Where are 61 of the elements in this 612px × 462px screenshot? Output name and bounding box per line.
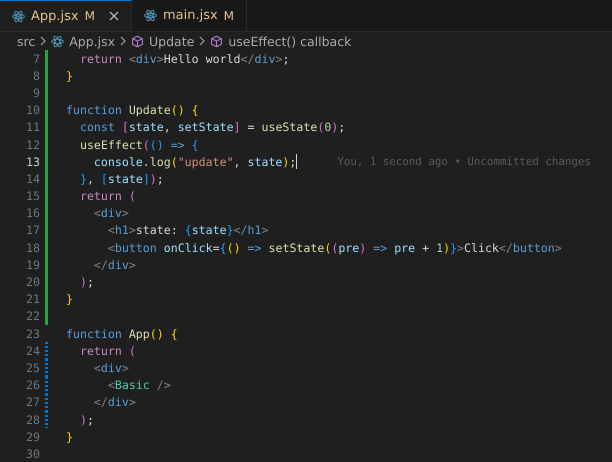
code-line: function Update() { [66, 103, 199, 118]
code-line: const [state, setState] = useState(0); [78, 120, 346, 134]
code-line: }, [state]); [78, 172, 164, 186]
code-line: useEffect(() => { [78, 138, 199, 152]
line-number: 20 [25, 275, 40, 290]
atom-icon [51, 34, 64, 48]
breadcrumb-item[interactable]: App.jsx [69, 34, 116, 48]
code-line: <div> [92, 360, 129, 375]
line-number: 22 [25, 309, 40, 324]
line-number: 11 [25, 120, 40, 134]
code-line: } [66, 430, 73, 444]
chevron-icon [40, 36, 46, 46]
line-number: 27 [25, 395, 40, 410]
code-line: return <div>Hello world</div>; [78, 52, 290, 66]
line-number: 23 [25, 326, 40, 341]
line-number: 21 [25, 292, 40, 306]
line-number: 24 [25, 344, 40, 358]
line-number: 16 [25, 206, 40, 220]
line-number: 19 [25, 258, 40, 272]
line-number: 14 [25, 172, 40, 186]
line-number: 15 [25, 189, 40, 204]
line-number: 17 [25, 223, 40, 238]
line-number: 26 [25, 378, 40, 392]
code-line: console.log("update", state); [92, 154, 296, 169]
code-line: <div> [92, 206, 129, 220]
code-line: <h1>state: {state}</h1> [106, 223, 268, 238]
line-number: 12 [25, 138, 40, 152]
code-line: function App() { [66, 326, 178, 341]
chevron-icon [199, 36, 206, 46]
line-number: 9 [32, 86, 40, 100]
code-line: return ( [78, 344, 136, 358]
line-number: 10 [25, 103, 40, 118]
cube-icon [210, 34, 224, 48]
breadcrumb-item[interactable]: useEffect() callback [228, 34, 352, 48]
line-number: 8 [32, 68, 40, 83]
close-icon[interactable] [108, 11, 119, 21]
chevron-icon [120, 36, 126, 46]
text-cursor [296, 154, 298, 170]
line-number: 13 [25, 154, 40, 169]
code-line: </div> [92, 258, 136, 272]
code-line: </div> [92, 395, 136, 410]
atom-icon [12, 10, 25, 22]
code-line: return ( [78, 189, 136, 204]
line-number: 7 [32, 52, 40, 66]
code-line: } [66, 292, 73, 306]
line-number: 30 [25, 446, 40, 461]
code-line: ); [78, 412, 94, 427]
blame-annotation: You, 1 second ago • Uncommitted changes [337, 155, 591, 168]
cube-icon [131, 34, 144, 48]
code-line: <button onClick={() => setState((pre) => pre + 1)}>Click</button> [106, 240, 562, 255]
editor-tab[interactable]: App.jsx M [0, 0, 132, 31]
code-line: <Basic /> [106, 378, 171, 392]
line-number: 28 [25, 412, 40, 427]
line-number: 25 [25, 360, 40, 375]
code-line: ); [78, 275, 94, 290]
atom-icon [144, 9, 157, 22]
code-line: } [66, 68, 73, 83]
breadcrumb-item[interactable]: src [17, 34, 36, 48]
line-number: 18 [25, 240, 40, 255]
breadcrumb-item[interactable]: Update [149, 34, 194, 48]
line-number: 29 [25, 430, 40, 444]
